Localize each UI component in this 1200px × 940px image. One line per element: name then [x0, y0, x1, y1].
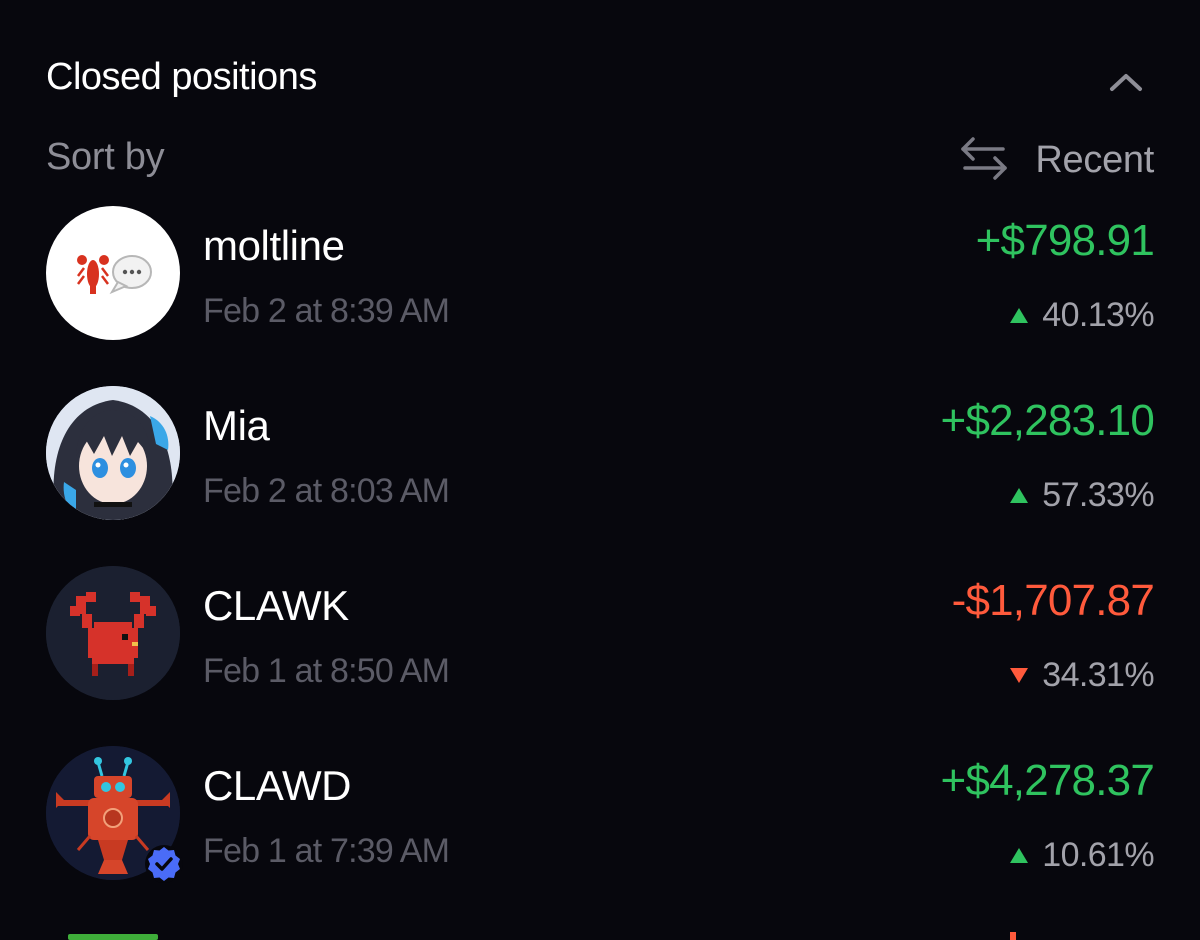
position-date: Feb 2 at 8:39 AM — [203, 292, 450, 330]
pnl-percent-group: 57.33% — [1010, 476, 1155, 515]
position-row-clawk[interactable]: CLAWK Feb 1 at 8:50 AM -$1,707.87 34.31% — [46, 566, 1155, 702]
verified-badge-icon — [144, 844, 184, 884]
pnl-percent: 10.61% — [1042, 836, 1154, 874]
sort-label: Sort by — [46, 136, 165, 178]
pixel-red-crab-icon — [46, 566, 180, 700]
triangle-up-icon — [1010, 308, 1029, 323]
pnl-percent: 34.31% — [1042, 656, 1154, 694]
pnl-percent: 57.33% — [1042, 476, 1154, 514]
closed-positions-screen: Closed positions Sort by Recent moltline… — [0, 0, 1200, 940]
avatar — [46, 206, 180, 340]
position-date: Feb 1 at 7:39 AM — [203, 832, 450, 870]
lobster-speech-bubble-icon — [77, 255, 152, 295]
sort-bar: Sort by Recent — [46, 132, 1154, 188]
sort-dropdown[interactable]: Recent — [959, 132, 1154, 188]
section-header[interactable]: Closed positions — [46, 52, 1154, 112]
triangle-down-icon — [1010, 668, 1029, 683]
triangle-up-icon — [1010, 848, 1029, 863]
pnl-amount: +$4,278.37 — [940, 756, 1155, 805]
position-row-partial[interactable] — [46, 926, 1154, 940]
position-date: Feb 2 at 8:03 AM — [203, 472, 450, 510]
position-row-clawd[interactable]: CLAWD Feb 1 at 7:39 AM +$4,278.37 10.61% — [46, 746, 1155, 884]
swap-arrows-icon — [959, 135, 1009, 186]
chevron-up-icon[interactable] — [1106, 62, 1146, 102]
pnl-percent-group: 10.61% — [1010, 836, 1155, 875]
pnl-percent-group: 40.13% — [1010, 296, 1155, 335]
position-name: Mia — [203, 402, 270, 449]
avatar — [46, 566, 180, 700]
pnl-percent: 40.13% — [1042, 296, 1154, 334]
anime-girl-portrait-icon — [46, 386, 180, 520]
pnl-amount: +$2,283.10 — [940, 396, 1155, 445]
pnl-percent-group: 34.31% — [1010, 656, 1155, 695]
position-row-moltline[interactable]: moltline Feb 2 at 8:39 AM +$798.91 40.13… — [46, 206, 1155, 342]
position-date: Feb 1 at 8:50 AM — [203, 652, 450, 690]
position-name: CLAWK — [203, 582, 349, 629]
pnl-amount: -$1,707.87 — [951, 576, 1155, 625]
avatar — [46, 386, 180, 520]
triangle-up-icon — [1010, 488, 1029, 503]
position-name: moltline — [203, 222, 345, 269]
position-name: CLAWD — [203, 762, 352, 809]
sort-value: Recent — [1035, 138, 1154, 181]
position-row-mia[interactable]: Mia Feb 2 at 8:03 AM +$2,283.10 57.33% — [46, 386, 1155, 522]
pnl-amount: +$798.91 — [975, 216, 1155, 265]
section-title: Closed positions — [46, 56, 317, 98]
